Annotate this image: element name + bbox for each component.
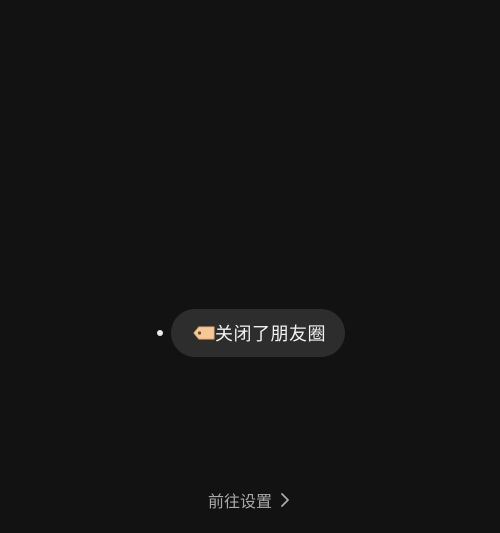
moments-closed-screen: 关闭了朋友圈 前往设置 <box>0 0 500 533</box>
status-text: 关闭了朋友圈 <box>215 324 326 345</box>
tag-icon <box>193 326 215 340</box>
indicator-dot <box>157 330 163 336</box>
chevron-right-icon <box>281 493 289 507</box>
settings-link-label: 前往设置 <box>208 492 273 511</box>
status-pill[interactable]: 关闭了朋友圈 <box>171 309 345 357</box>
go-to-settings-link[interactable]: 前往设置 <box>208 488 290 512</box>
